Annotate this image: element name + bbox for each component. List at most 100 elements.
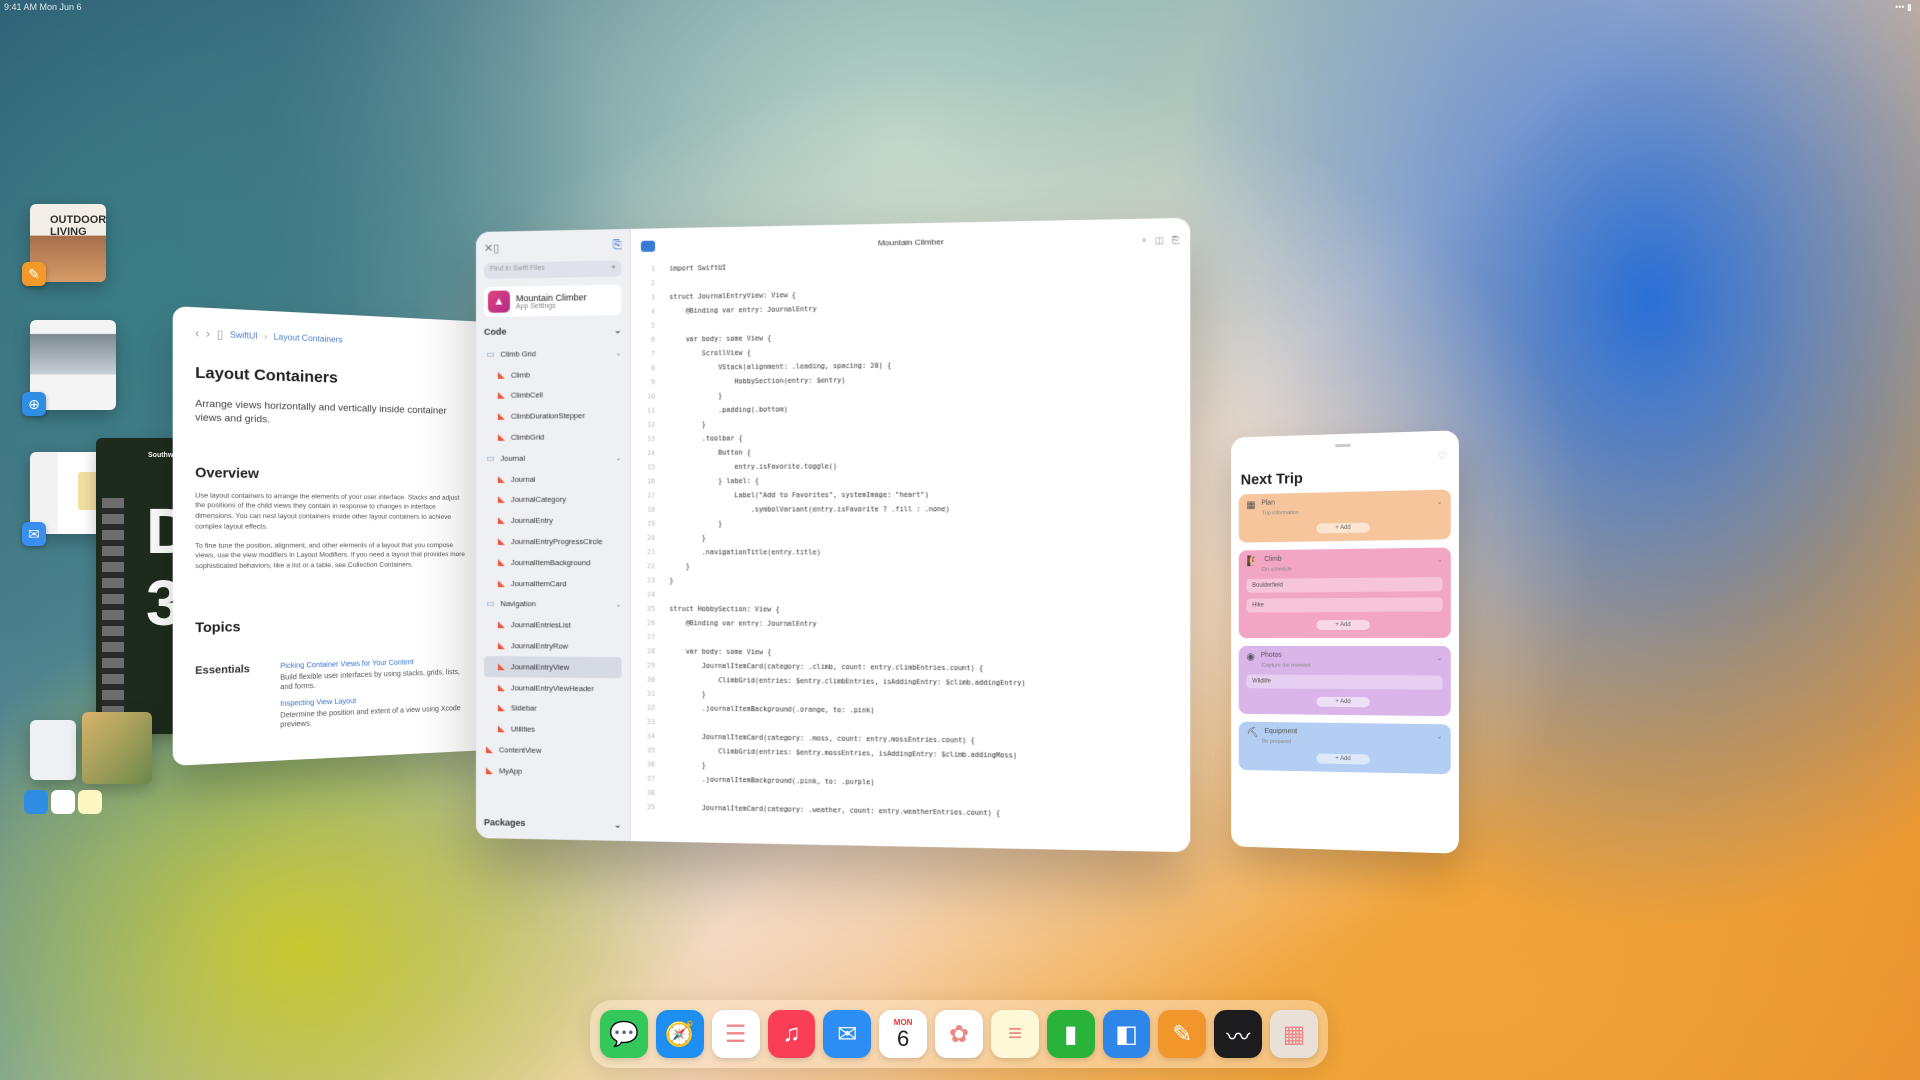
notes-icon[interactable]: ≡ [991,1010,1039,1058]
crumb-layout-containers[interactable]: Layout Containers [274,332,343,344]
chevron-right-icon: › [264,332,267,342]
file-row[interactable]: ◣ JournalCategory [484,489,622,510]
trip-card[interactable]: 🧗 Climb On schedule ⌄ Boulderfield Hike + Add [1239,547,1451,638]
chevron-down-icon[interactable]: ⌄ [1437,498,1443,506]
stage-thumb-files[interactable] [30,720,76,780]
mic-icon[interactable]: ● [611,264,615,274]
card-entry[interactable]: Hike [1246,597,1442,612]
code-line[interactable]: 18 .symbolVariant(entry.isFavorite ? .fi… [641,501,1190,516]
packages-section-header[interactable]: Packages ⌄ [484,817,622,831]
window-grabber[interactable] [1335,444,1351,447]
add-icon[interactable]: + [1141,235,1147,247]
sidebar-icon[interactable]: ▯ [217,327,224,341]
folder-row[interactable]: ▭ Climb Grid ⌄ [484,342,622,365]
file-row[interactable]: ◣ Utilities [484,718,622,741]
add-button[interactable]: + Add [1316,620,1369,630]
file-row[interactable]: ◣ JournalItemBackground [484,552,622,573]
card-subtitle: On schedule [1262,565,1443,573]
file-row[interactable]: ◣ JournalEntryRow [484,635,622,657]
file-row[interactable]: ◣ ClimbGrid [484,426,622,448]
card-entry[interactable]: Boulderfield [1246,577,1442,593]
file-label: JournalEntryProgressCircle [511,537,603,546]
crumb-swiftui[interactable]: SwiftUI [230,330,258,341]
card-entry[interactable]: Wildlife [1246,675,1442,690]
thumb-title: OUTDOOR LIVING [30,204,106,238]
file-row[interactable]: ◣ JournalEntry [484,510,622,531]
code-text: ClimbGrid(entries: $entry.climbEntries, … [669,676,1025,688]
trip-card[interactable]: ▦ Plan Trip information ⌄ + Add [1239,489,1451,542]
documentation-window[interactable]: ‹ › ▯ SwiftUI › Layout Containers Layout… [173,306,488,766]
new-file-icon[interactable]: ⎘ [613,239,622,252]
app-library-icon[interactable]: ▦ [1270,1010,1318,1058]
code-editor-window[interactable]: ✕ ▯ ⎘ Find in Swift Files ● ▲ Mountain C… [476,218,1190,852]
file-row[interactable]: ◣ JournalEntryView [484,656,622,678]
folder-row[interactable]: ▭ Journal ⌄ [484,447,622,469]
search-field[interactable]: Find in Swift Files ● [484,260,622,278]
calendar-icon[interactable]: MON 6 [879,1010,927,1058]
code-text: } [669,562,689,570]
line-number: 9 [641,375,655,389]
code-editor[interactable]: 1 import SwiftUI 2 3 struct JournalEntryView… [641,252,1190,824]
notes-icon [78,790,102,814]
reminders-icon[interactable]: ☰ [712,1010,760,1058]
messages-icon[interactable]: 💬 [600,1010,648,1058]
editor-area[interactable]: Mountain Climber + ◫ ⎘ 1 import SwiftUI 2 3… [631,218,1191,852]
add-button[interactable]: + Add [1316,697,1369,708]
file-row[interactable]: ◣ JournalEntriesList [484,614,622,636]
sidebar-toggle-icon[interactable]: ▯ [493,242,499,255]
code-line[interactable]: 16 } label: { [641,472,1190,488]
safari-icon[interactable]: 🧭 [656,1010,704,1058]
trip-card[interactable]: ◉ Photos Capture the moment ⌄ Wildlife + Add [1239,646,1451,716]
backpack-icon: ⛏ [1246,728,1258,739]
trip-card[interactable]: ⛏ Equipment Be prepared ⌄ + Add [1239,722,1451,775]
share-icon[interactable]: ⎘ [1172,235,1180,247]
file-row[interactable]: ◣ Sidebar [484,698,622,720]
pages-icon[interactable]: ✎ [1158,1010,1206,1058]
code-line[interactable]: 19 } [641,516,1190,531]
file-row[interactable]: ◣ ContentView [484,739,622,762]
mail-icon[interactable]: ✉ [823,1010,871,1058]
code-section-header[interactable]: Code ⌄ [484,325,622,338]
code-line[interactable]: 22 } [641,559,1190,575]
file-label: Climb [511,370,530,379]
chevron-down-icon[interactable]: ⌄ [1437,654,1443,662]
heart-icon[interactable]: ♡ [1437,451,1446,462]
file-row[interactable]: ◣ JournalItemCard [484,573,622,594]
line-number: 36 [641,757,655,771]
music-icon[interactable]: ♫ [768,1010,816,1058]
file-row[interactable]: ◣ ClimbDurationStepper [484,405,622,427]
code-line[interactable]: 21 .navigationTitle(entry.title) [641,545,1190,560]
project-settings-row[interactable]: ▲ Mountain Climber App Settings [484,285,622,317]
file-row[interactable]: ◣ JournalEntryViewHeader [484,677,622,699]
file-label: MyApp [499,766,522,775]
file-row[interactable]: ◣ Climb [484,363,622,385]
code-text: @Binding var entry: JournalEntry [669,305,816,315]
trip-cards: ▦ Plan Trip information ⌄ + Add 🧗 Climb On sche… [1239,489,1451,774]
run-button[interactable] [641,241,655,252]
numbers-icon[interactable]: ▮ [1047,1010,1095,1058]
line-number: 20 [641,531,655,545]
file-row[interactable]: ◣ JournalEntryProgressCircle [484,531,622,552]
next-trip-window[interactable]: ♡ Next Trip ▦ Plan Trip information ⌄ + Add 🧗… [1231,430,1459,854]
file-row[interactable]: ◣ Journal [484,468,622,489]
chevron-down-icon[interactable]: ⌄ [1437,556,1443,564]
code-line[interactable]: 20 } [641,531,1190,546]
add-button[interactable]: + Add [1316,523,1369,534]
stage-thumb-photos[interactable] [82,712,152,784]
back-icon[interactable]: ‹ [195,327,199,340]
chevron-down-icon: ⌄ [615,348,621,357]
photos-icon[interactable]: ✿ [935,1010,983,1058]
folder-row[interactable]: ▭ Navigation ⌄ [484,594,622,616]
code-line[interactable]: 17 Label("Add to Favorites", systemImage… [641,487,1190,503]
file-label: JournalEntryView [511,662,569,672]
chevron-down-icon[interactable]: ⌄ [1437,732,1443,740]
file-row[interactable]: ◣ ClimbCell [484,384,622,406]
swift-file-icon: ◣ [498,474,505,485]
keynote-icon[interactable]: ◧ [1103,1010,1151,1058]
close-icon[interactable]: ✕ [484,242,493,255]
add-button[interactable]: + Add [1316,754,1369,765]
freeform-icon[interactable]: 〰 [1214,1010,1262,1058]
library-icon[interactable]: ◫ [1155,235,1164,247]
forward-icon[interactable]: › [206,327,210,340]
file-row[interactable]: ◣ MyApp [484,760,622,783]
